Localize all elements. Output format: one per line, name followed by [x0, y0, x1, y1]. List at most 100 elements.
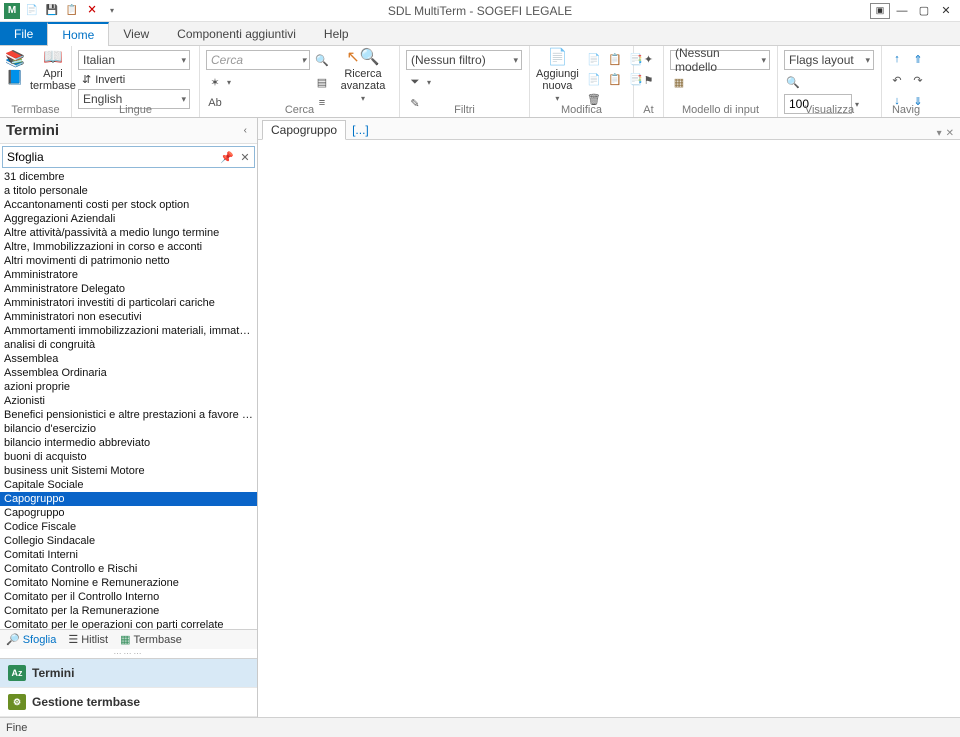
doc-tabs-close-icon[interactable]: ✕: [946, 128, 954, 139]
edit-icon-4[interactable]: 📄: [585, 70, 603, 88]
nav-termini[interactable]: Az Termini: [0, 659, 257, 688]
termbase-settings-icon[interactable]: 📘: [6, 70, 23, 84]
save-icon[interactable]: 💾: [44, 3, 60, 19]
term-item[interactable]: Comitato per la Remunerazione: [0, 604, 257, 618]
at-icon-1[interactable]: ✦: [640, 50, 658, 68]
term-item[interactable]: buoni di acquisto: [0, 450, 257, 464]
delete-icon[interactable]: 🗙: [84, 3, 100, 19]
source-language-select[interactable]: Italian: [78, 50, 190, 70]
term-item[interactable]: analisi di congruità: [0, 338, 257, 352]
panel-title: Termini: [6, 122, 59, 139]
term-item[interactable]: Assemblea Ordinaria: [0, 366, 257, 380]
tab-hitlist[interactable]: ☰Hitlist: [62, 630, 114, 649]
ribbon-toggle-icon[interactable]: ▣: [870, 3, 890, 19]
tab-termbase[interactable]: ▦Termbase: [114, 630, 188, 649]
new-icon[interactable]: 📄: [24, 3, 40, 19]
term-item[interactable]: Benefici pensionistici e altre prestazio…: [0, 408, 257, 422]
term-item[interactable]: Ammortamenti immobilizzazioni materiali,…: [0, 324, 257, 338]
collapse-panel-icon[interactable]: ‹: [240, 125, 251, 136]
term-item[interactable]: Altre, Immobilizzazioni in corso e accon…: [0, 240, 257, 254]
search-opt2-icon[interactable]: ▤: [313, 73, 331, 91]
term-item[interactable]: Amministratore: [0, 268, 257, 282]
term-item[interactable]: a titolo personale: [0, 184, 257, 198]
tab-addons[interactable]: Componenti aggiuntivi: [163, 22, 310, 45]
term-item[interactable]: 31 dicembre: [0, 170, 257, 184]
ribbon-group-navig: ↑⇑ ↶↷ ↓⇓ Navig: [882, 46, 930, 117]
termbase-icon: ▦: [120, 633, 130, 646]
search-opt1-icon[interactable]: ✶: [206, 73, 224, 91]
tab-sfoglia[interactable]: 🔎Sfoglia: [0, 630, 62, 649]
doc-tab-active[interactable]: Capogruppo: [262, 120, 346, 140]
term-item[interactable]: Collegio Sindacale: [0, 534, 257, 548]
ribbon-group-cerca: Cerca 🔍 ✶ ▾ ▤ Ab ≡ ↖🔍 Ricerca avanzata ▾: [200, 46, 400, 117]
model-icon[interactable]: ▦: [670, 73, 688, 91]
nav-up-icon[interactable]: ↑: [888, 50, 906, 68]
advanced-search-button[interactable]: ↖🔍 Ricerca avanzata ▾: [335, 48, 391, 103]
doc-tabs-dropdown-icon[interactable]: ▾: [937, 128, 942, 139]
qat-dropdown-icon[interactable]: ▾: [104, 3, 120, 19]
close-button[interactable]: ✕: [936, 3, 956, 19]
edit-icon-1[interactable]: 📄: [585, 50, 603, 68]
maximize-button[interactable]: ▢: [914, 3, 934, 19]
tab-file[interactable]: File: [0, 22, 47, 45]
term-list[interactable]: 31 dicembrea titolo personaleAccantoname…: [0, 170, 257, 629]
zoom-icon[interactable]: 🔍: [784, 73, 802, 91]
term-item[interactable]: Comitato per le operazioni con parti cor…: [0, 618, 257, 629]
pin-icon[interactable]: 📌: [218, 151, 236, 164]
search-go-icon[interactable]: 🔍: [313, 51, 331, 69]
term-item[interactable]: Amministratore Delegato: [0, 282, 257, 296]
term-item[interactable]: Capitale Sociale: [0, 478, 257, 492]
termbase-list-icon[interactable]: 📚: [5, 52, 25, 68]
tab-view[interactable]: View: [109, 22, 163, 45]
term-item[interactable]: Codice Fiscale: [0, 520, 257, 534]
ribbon: 📚 📘 📖 Apri termbase Termbase Italian ⇵ I…: [0, 46, 960, 118]
browse-icon: 🔎: [6, 633, 20, 646]
search-box[interactable]: Cerca: [206, 50, 310, 70]
edit-icon-2[interactable]: 📋: [606, 50, 624, 68]
term-item[interactable]: Comitato Controllo e Rischi: [0, 562, 257, 576]
term-item[interactable]: Altre attività/passività a medio lungo t…: [0, 226, 257, 240]
term-item[interactable]: azioni proprie: [0, 380, 257, 394]
filter-funnel-icon[interactable]: ⏷: [406, 73, 424, 91]
clear-icon[interactable]: ✕: [236, 151, 254, 164]
tab-help[interactable]: Help: [310, 22, 363, 45]
doc-tab-extra[interactable]: [...]: [346, 121, 375, 139]
nav-top-icon[interactable]: ⇑: [909, 50, 927, 68]
term-item[interactable]: Assemblea: [0, 352, 257, 366]
term-item[interactable]: Altri movimenti di patrimonio netto: [0, 254, 257, 268]
nav-fwd-icon[interactable]: ↷: [909, 71, 927, 89]
term-item[interactable]: bilancio intermedio abbreviato: [0, 436, 257, 450]
ribbon-group-lingue: Italian ⇵ Inverti English Lingue: [72, 46, 200, 117]
term-item[interactable]: business unit Sistemi Motore: [0, 464, 257, 478]
add-new-button[interactable]: 📄 Aggiungi nuova ▾: [536, 48, 579, 103]
nav-gestione[interactable]: ⚙ Gestione termbase: [0, 688, 257, 717]
filter-select[interactable]: (Nessun filtro): [406, 50, 522, 70]
panel-header: Termini ‹: [0, 118, 257, 144]
term-item[interactable]: Comitati Interni: [0, 548, 257, 562]
invert-languages-button[interactable]: ⇵ Inverti: [78, 72, 190, 87]
nav-back-icon[interactable]: ↶: [888, 71, 906, 89]
term-item[interactable]: bilancio d'esercizio: [0, 422, 257, 436]
group-label-lingue: Lingue: [72, 104, 199, 116]
term-item[interactable]: Amministratori non esecutivi: [0, 310, 257, 324]
term-item[interactable]: Capogruppo: [0, 492, 257, 506]
right-panel: Capogruppo [...] ▾ ✕: [258, 118, 960, 717]
term-item[interactable]: Comitato Nomine e Remunerazione: [0, 576, 257, 590]
term-search-input[interactable]: [3, 150, 218, 164]
group-label-termbase: Termbase: [0, 104, 71, 116]
input-model-select[interactable]: (Nessun modello: [670, 50, 770, 70]
term-item[interactable]: Capogruppo: [0, 506, 257, 520]
open-termbase-button[interactable]: 📖 Apri termbase: [30, 48, 76, 92]
layout-select[interactable]: Flags layout: [784, 50, 874, 70]
term-item[interactable]: Accantonamenti costi per stock option: [0, 198, 257, 212]
copy-icon[interactable]: 📋: [64, 3, 80, 19]
at-icon-2[interactable]: ⚑: [640, 71, 658, 89]
term-item[interactable]: Comitato per il Controllo Interno: [0, 590, 257, 604]
tab-home[interactable]: Home: [47, 22, 109, 46]
term-item[interactable]: Aggregazioni Aziendali: [0, 212, 257, 226]
minimize-button[interactable]: —: [892, 3, 912, 19]
term-item[interactable]: Amministratori investiti di particolari …: [0, 296, 257, 310]
term-item[interactable]: Azionisti: [0, 394, 257, 408]
edit-icon-5[interactable]: 📋: [606, 70, 624, 88]
ribbon-group-modifica: 📄 Aggiungi nuova ▾ 📄📋📑 📄📋📑 🗑 Modifica: [530, 46, 634, 117]
